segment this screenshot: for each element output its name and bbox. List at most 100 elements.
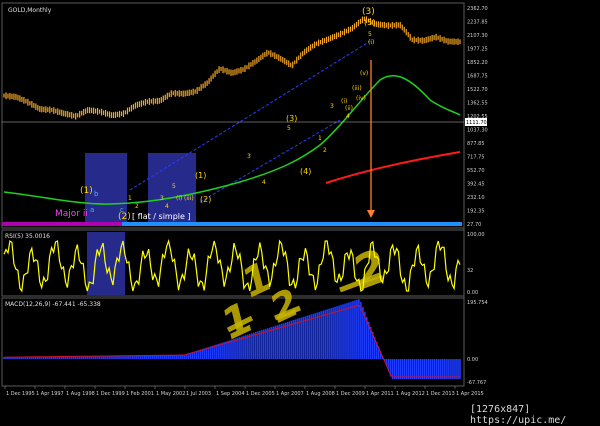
macd-bar	[459, 359, 461, 379]
macd-bar	[233, 338, 235, 359]
macd-bar	[258, 330, 261, 359]
current-price-text: 1111.70	[466, 120, 487, 126]
macd-bar	[338, 305, 340, 359]
macd-bar	[268, 327, 271, 359]
minor-wave-label: 1	[318, 135, 322, 142]
price-tick-label: 717.75	[467, 155, 485, 161]
price-tick-label: 2362.70	[467, 6, 488, 12]
macd-bar	[411, 359, 414, 379]
macd-bar	[415, 359, 418, 379]
macd-bar	[245, 335, 247, 359]
macd-bar	[290, 320, 293, 359]
rsi-highlight-box	[87, 232, 125, 295]
ma-green	[3, 75, 461, 205]
minor-wave-label: (i)	[176, 195, 182, 202]
flat-simple-label: [ flat / simple ]	[132, 212, 191, 221]
macd-bar	[239, 337, 241, 359]
macd-bar	[421, 359, 424, 379]
macd-bar	[272, 326, 275, 359]
macd-bar	[264, 328, 267, 359]
time-axis: 1 Dec 1995 1 Apr 1997 1 Aug 1998 1 Dec 1999…	[4, 386, 484, 397]
macd-bar	[439, 359, 441, 379]
macd-bar	[328, 308, 330, 359]
macd-bar	[433, 359, 436, 379]
macd-bar	[409, 359, 412, 379]
macd-bar	[356, 299, 358, 359]
macd-bar	[312, 313, 315, 359]
minor-wave-label: 3	[160, 195, 164, 202]
macd-bar	[286, 321, 289, 359]
macd-bar	[310, 314, 313, 359]
price-bottom-strip-blue	[122, 222, 462, 226]
macd-bar	[447, 359, 449, 379]
time-tick-label: 1 Apr 2015	[456, 391, 484, 397]
macd-bar	[308, 314, 311, 359]
price-tick-label: 1687.75	[467, 74, 488, 80]
price-tick-label: 27.70	[467, 222, 481, 228]
minor-wave-label: 5	[172, 183, 176, 190]
macd-bar	[401, 359, 404, 379]
macd-bar	[358, 299, 360, 359]
price-bars	[3, 16, 461, 120]
macd-bar	[393, 359, 396, 379]
macd-tick-label: -67.767	[467, 380, 486, 386]
macd-bar	[270, 326, 273, 359]
minor-wave-label: 3	[330, 103, 334, 110]
macd-bar	[314, 313, 317, 359]
price-tick-label: 552.70	[467, 168, 485, 174]
minor-wave-label: 3	[247, 153, 251, 160]
wave-2-major: (2)	[118, 212, 131, 222]
minor-wave-label: 4	[165, 203, 169, 210]
minor-wave-label: 2	[323, 147, 327, 154]
macd-bar	[322, 310, 324, 359]
macd-bar	[217, 343, 219, 359]
macd-bar	[231, 339, 233, 359]
price-tick-label: 877.85	[467, 141, 485, 147]
minor-wave-label: (iii)	[184, 195, 194, 202]
minor-wave-label: (ii)	[345, 105, 353, 112]
macd-bar	[431, 359, 434, 379]
macd-bar	[362, 306, 364, 359]
minor-wave-label: 5	[368, 31, 372, 38]
macd-bar	[241, 336, 243, 359]
time-tick-label: 1 Dec 2009	[336, 391, 365, 397]
price-tick-label: 1037.30	[467, 128, 488, 134]
macd-bar	[342, 304, 344, 359]
wave-4-major: (4)	[300, 167, 311, 176]
time-tick-label: 1 Apr 2011	[366, 391, 394, 397]
macd-bar	[449, 359, 451, 379]
price-tick-label: 2107.30	[467, 33, 488, 39]
macd-bar	[320, 311, 323, 359]
macd-bar	[350, 301, 352, 359]
macd-bar	[223, 342, 225, 359]
macd-bar	[344, 303, 346, 359]
macd-bar	[346, 303, 348, 359]
macd-bar	[435, 359, 438, 379]
price-tick-label: 232.10	[467, 195, 485, 201]
wave-5-top: (5)	[364, 18, 375, 27]
price-tick-label: 1977.25	[467, 47, 488, 53]
macd-bar	[451, 359, 453, 379]
time-tick-label: 1 Aug 2012	[396, 391, 425, 397]
macd-bar	[294, 319, 297, 359]
time-tick-label: 1 Dec 1995	[6, 391, 35, 397]
macd-bar	[437, 359, 439, 379]
macd-bar	[399, 359, 402, 379]
macd-bar	[251, 333, 253, 359]
watermark: [1276x847] https://upic.me/	[470, 404, 567, 426]
macd-bar	[395, 359, 398, 379]
macd-bar	[249, 333, 251, 359]
macd-bar	[417, 359, 420, 379]
chart-canvas[interactable]: GOLD,Monthly (1) a b c (2) [ flat / simp…	[0, 0, 600, 418]
macd-bar	[360, 301, 362, 359]
wave-2-after-box: (2)	[200, 195, 211, 204]
macd-bar	[225, 341, 227, 359]
macd-bar	[280, 323, 283, 359]
wave-1-small: (1)	[195, 171, 206, 180]
chart-root: GOLD,Monthly (1) a b c (2) [ flat / simp…	[0, 0, 600, 426]
macd-bar	[274, 325, 277, 359]
macd-bar	[256, 331, 259, 359]
macd-bar	[354, 300, 356, 359]
macd-bar	[348, 302, 350, 359]
macd-bar	[296, 318, 299, 359]
